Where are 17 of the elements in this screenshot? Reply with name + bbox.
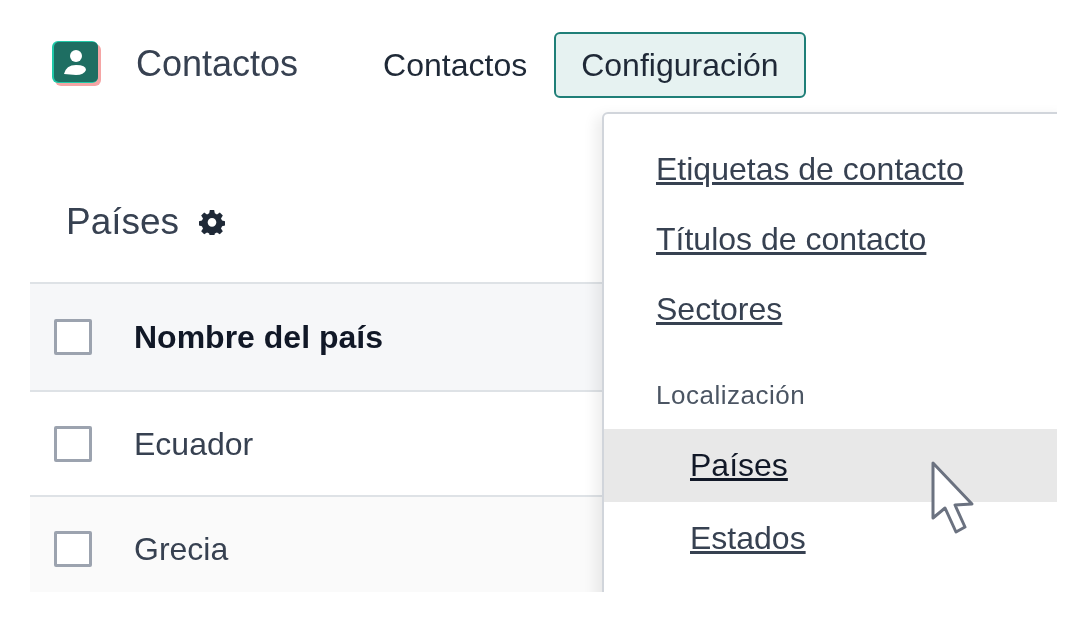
column-header: Nombre del país [134,318,383,357]
menu-item[interactable]: Sectores [604,274,1057,344]
checkbox[interactable] [54,319,92,355]
menu-section-header: Localización [655,379,807,412]
menu-item[interactable]: Etiquetas de contacto [604,134,1057,204]
menu-item[interactable]: Estados [604,502,1057,575]
nav-menu-item[interactable]: Contactos [356,32,555,98]
table-cell-text: Grecia [134,529,229,569]
menu-item[interactable]: Países [604,429,1057,502]
checkbox[interactable] [54,425,92,462]
table-cell-text: Ecuador [134,424,254,464]
app-name: Contactos [136,42,299,86]
page-title: Países [66,200,180,245]
settings-icon[interactable] [199,209,226,235]
checkbox[interactable] [54,530,92,567]
menu-item[interactable]: Títulos de contacto [604,204,1057,274]
nav-menu-item[interactable]: Configuración [554,32,806,98]
